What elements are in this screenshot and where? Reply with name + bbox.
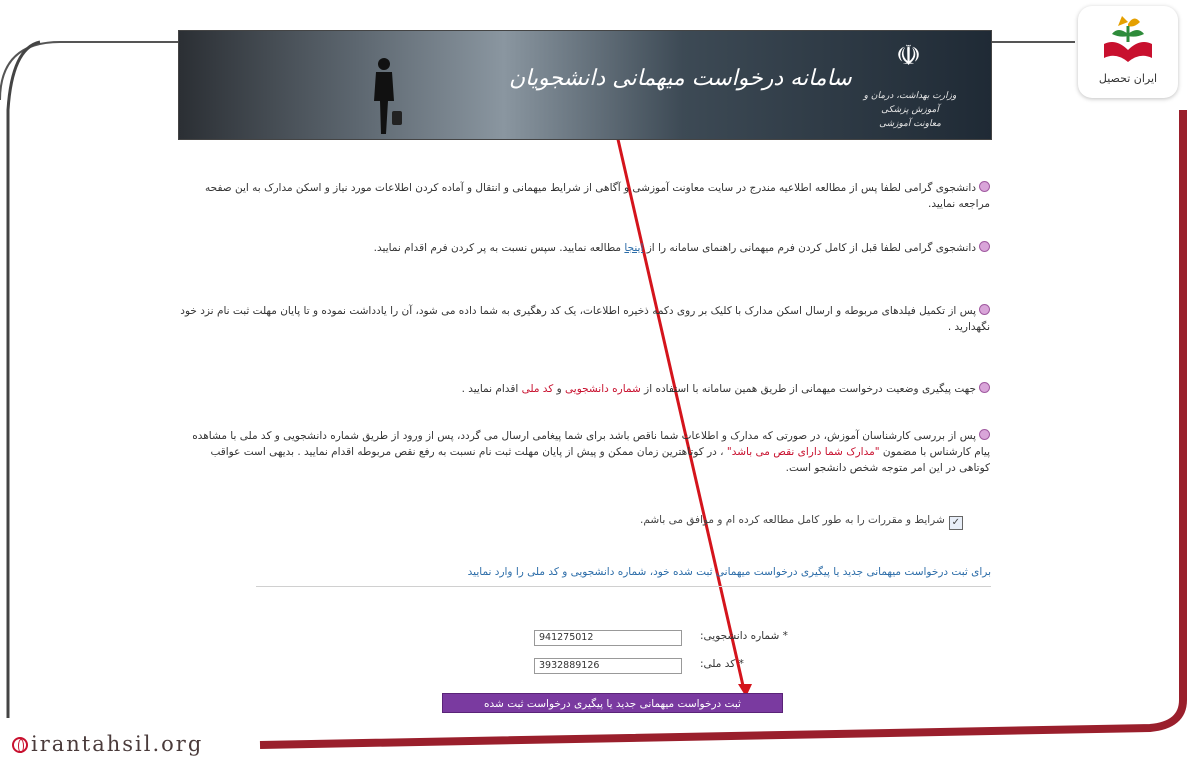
irantahsil-logo: ایران تحصیل xyxy=(1078,6,1178,98)
bullet-icon xyxy=(979,181,990,192)
ministry-line1: وزارت بهداشت، درمان و آموزش پزشکی xyxy=(863,91,957,115)
instruction-text: اقدام نمایید . xyxy=(461,383,522,395)
iran-emblem-icon: ☫ xyxy=(895,39,921,72)
instruction-text: جهت پیگیری وضعیت درخواست میهمانی از طریق… xyxy=(640,383,976,395)
terms-label: شرایط و مقررات را به طور کامل مطالعه کرد… xyxy=(640,514,945,526)
instruction-3: پس از تکمیل فیلدهای مربوطه و ارسال اسکن … xyxy=(178,303,990,335)
bullet-icon xyxy=(979,429,990,440)
guide-link[interactable]: اینجا xyxy=(624,242,643,254)
national-code-highlight: کد ملی xyxy=(521,383,554,395)
bullet-icon xyxy=(979,241,990,252)
terms-agreement: ✓شرایط و مقررات را به طور کامل مطالعه کر… xyxy=(640,514,963,530)
national-code-input[interactable] xyxy=(534,658,682,674)
instruction-text: دانشجوی گرامی لطفا قبل از کامل کردن فرم … xyxy=(643,242,976,254)
site-url-text: irantahsil.org xyxy=(31,732,204,756)
national-code-label: * کد ملی: xyxy=(700,658,744,670)
form-instruction-text: برای ثبت درخواست میهمانی جدید یا پیگیری … xyxy=(256,566,991,587)
bullet-icon xyxy=(979,382,990,393)
terms-checkbox[interactable]: ✓ xyxy=(948,516,963,530)
instruction-text: پس از تکمیل فیلدهای مربوطه و ارسال اسکن … xyxy=(180,305,990,333)
instruction-5: پس از بررسی کارشناسان آموزش، در صورتی که… xyxy=(178,428,990,476)
instruction-2: دانشجوی گرامی لطفا قبل از کامل کردن فرم … xyxy=(178,240,990,256)
student-number-highlight: شماره دانشجویی xyxy=(565,383,641,395)
header-banner: سامانه درخواست میهمانی دانشجویان ☫ وزارت… xyxy=(178,30,992,140)
book-sprout-icon xyxy=(1104,16,1152,62)
site-watermark: irantahsil.org xyxy=(0,718,260,767)
banner-title: سامانه درخواست میهمانی دانشجویان xyxy=(509,66,852,91)
ministry-line2: معاونت آموزشی xyxy=(879,119,941,129)
student-number-input[interactable] xyxy=(534,630,682,646)
instruction-4: جهت پیگیری وضعیت درخواست میهمانی از طریق… xyxy=(178,381,990,397)
globe-icon xyxy=(12,737,28,753)
deficiency-message-highlight: "مدارک شما دارای نقص می باشد" xyxy=(726,446,880,458)
instruction-1: دانشجوی گرامی لطفا پس از مطالعه اطلاعیه … xyxy=(178,180,990,212)
traveler-silhouette-image xyxy=(374,58,402,134)
submit-request-button[interactable]: ثبت درخواست میهمانی جدید یا پیگیری درخوا… xyxy=(442,693,783,713)
bullet-icon xyxy=(979,304,990,315)
logo-text: ایران تحصیل xyxy=(1098,72,1158,85)
instruction-text: مطالعه نمایید. سپس نسبت به پر کردن فرم ا… xyxy=(373,242,625,254)
site-url: irantahsil.org xyxy=(12,732,203,756)
ministry-name: وزارت بهداشت، درمان و آموزش پزشکی معاونت… xyxy=(855,89,965,131)
instruction-text: و xyxy=(553,383,566,395)
student-number-label: * شماره دانشجویی: xyxy=(700,630,788,642)
instruction-text: دانشجوی گرامی لطفا پس از مطالعه اطلاعیه … xyxy=(205,182,990,210)
